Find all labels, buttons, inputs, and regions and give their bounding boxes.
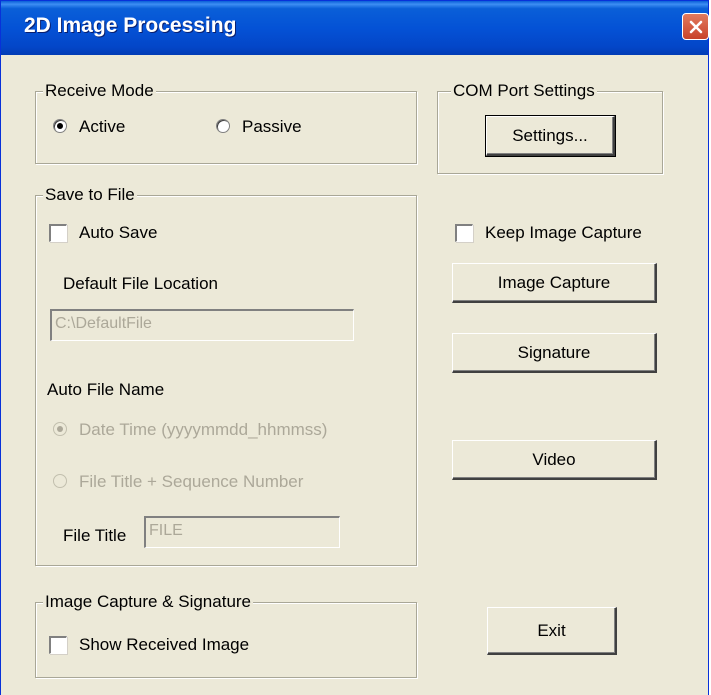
show-received-image-label[interactable]: Show Received Image bbox=[79, 635, 249, 655]
radio-dot bbox=[57, 123, 63, 129]
image-capture-signature-legend: Image Capture & Signature bbox=[43, 592, 254, 612]
close-button[interactable] bbox=[682, 13, 709, 40]
signature-button[interactable]: Signature bbox=[452, 333, 657, 373]
exit-button[interactable]: Exit bbox=[487, 607, 617, 655]
default-location-field: C:\DefaultFile bbox=[50, 309, 354, 341]
default-location-label: Default File Location bbox=[63, 274, 218, 293]
date-time-label: Date Time (yyyymmdd_hhmmss) bbox=[79, 420, 328, 439]
passive-radio[interactable] bbox=[216, 119, 230, 133]
window-title: 2D Image Processing bbox=[24, 14, 237, 37]
file-title-sequence-label: File Title + Sequence Number bbox=[79, 472, 304, 491]
receive-mode-legend: Receive Mode bbox=[43, 81, 156, 101]
auto-save-label[interactable]: Auto Save bbox=[79, 223, 157, 243]
keep-image-capture-checkbox[interactable] bbox=[455, 224, 473, 242]
dialog-window: 2D Image Processing Receive Mode Active … bbox=[0, 0, 709, 695]
active-radio[interactable] bbox=[53, 119, 67, 133]
settings-button[interactable]: Settings... bbox=[485, 115, 616, 157]
save-to-file-legend: Save to File bbox=[43, 185, 137, 205]
image-capture-button[interactable]: Image Capture bbox=[452, 263, 657, 303]
com-port-legend: COM Port Settings bbox=[451, 81, 597, 101]
close-icon bbox=[689, 20, 702, 33]
auto-file-name-label: Auto File Name bbox=[47, 380, 165, 399]
file-title-label: File Title bbox=[63, 526, 127, 545]
radio-dot bbox=[57, 426, 63, 432]
passive-radio-label[interactable]: Passive bbox=[242, 117, 302, 137]
date-time-radio bbox=[53, 422, 67, 436]
show-received-image-checkbox[interactable] bbox=[49, 636, 67, 654]
title-bar[interactable]: 2D Image Processing bbox=[1, 1, 709, 55]
file-title-sequence-radio bbox=[53, 474, 67, 488]
video-button[interactable]: Video bbox=[452, 440, 657, 480]
active-radio-label[interactable]: Active bbox=[79, 117, 125, 137]
file-title-field: FILE bbox=[144, 516, 340, 548]
keep-image-capture-label[interactable]: Keep Image Capture bbox=[485, 223, 642, 243]
auto-save-checkbox[interactable] bbox=[49, 224, 67, 242]
